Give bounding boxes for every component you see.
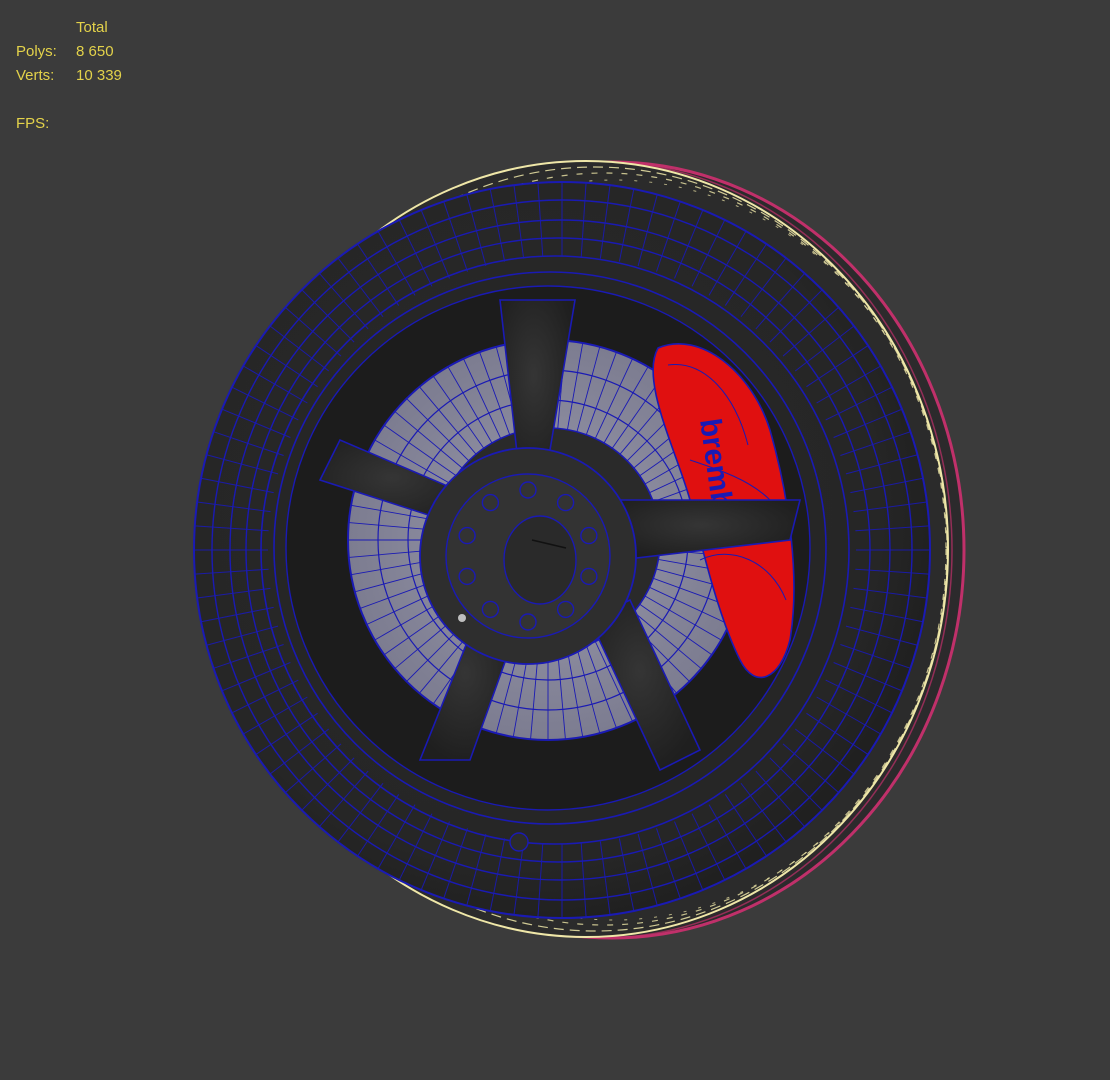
wheel-hub (419, 447, 637, 665)
wheel-model[interactable]: brembo (0, 0, 1110, 1080)
3d-viewport[interactable]: Total Polys: 8 650 Verts: 10 339 FPS: br… (0, 0, 1110, 1080)
valve-stem (509, 832, 529, 852)
